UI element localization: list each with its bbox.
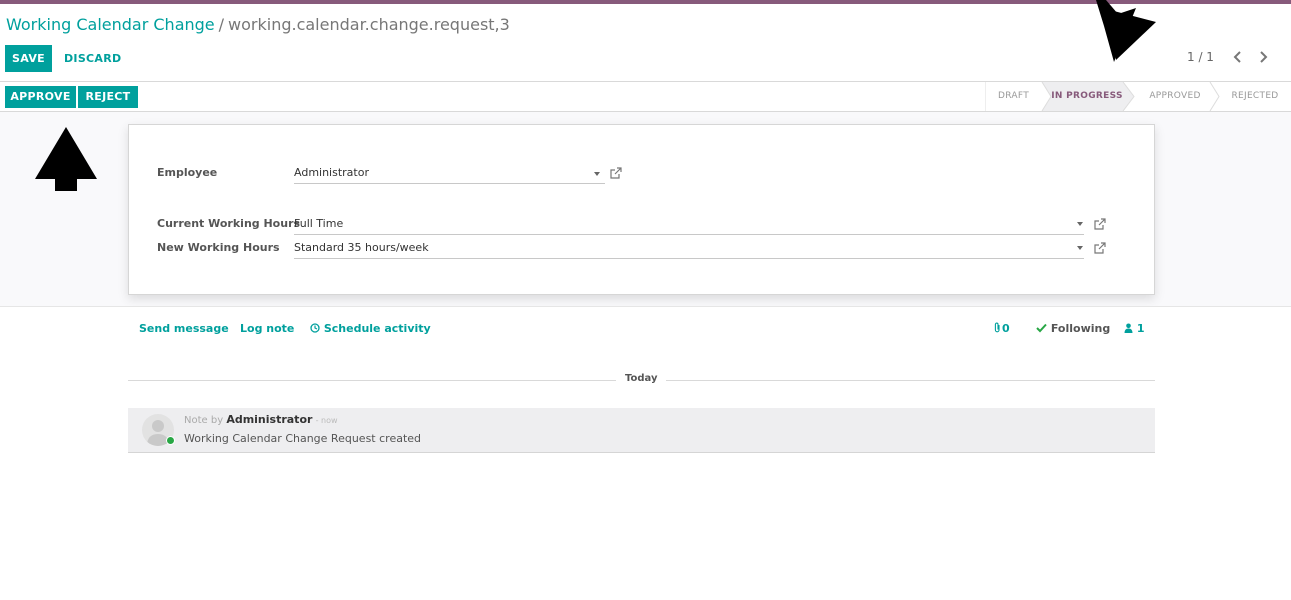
breadcrumb-parent-link[interactable]: Working Calendar Change [6,15,215,34]
breadcrumb: Working Calendar Change / working.calendar… [6,15,510,34]
attachments-button[interactable]: 0 [993,322,1010,335]
current-working-hours-field[interactable]: Full Time [294,213,1084,235]
stage-rejected[interactable]: REJECTED [1219,82,1291,111]
employee-dropdown-icon[interactable] [594,172,600,176]
date-separator-line-right [666,380,1155,381]
online-status-icon [166,436,175,445]
log-note-button[interactable]: Log note [240,322,294,335]
schedule-activity-label: Schedule activity [323,322,431,335]
discard-button[interactable]: DISCARD [64,45,121,72]
followers-count: 1 [1136,322,1145,335]
pager-next-button[interactable] [1253,47,1273,67]
schedule-activity-button[interactable]: Schedule activity [310,322,431,335]
current-working-hours-label: Current Working Hours [157,217,301,230]
pager-previous-button[interactable] [1228,47,1248,67]
external-link-icon[interactable] [610,167,622,179]
new-working-hours-dropdown-icon[interactable] [1077,246,1083,250]
pager-value[interactable]: 1 / 1 [1187,50,1214,64]
annotation-arrow-down-icon [1096,0,1156,62]
user-icon [1124,323,1133,333]
stage-draft[interactable]: DRAFT [985,82,1042,111]
chevron-left-icon [1233,51,1241,63]
approve-button[interactable]: APPROVE [5,86,76,108]
annotation-arrow-up-icon [35,127,97,191]
check-icon [1036,323,1047,333]
followers-button[interactable]: 1 [1124,322,1145,335]
new-working-hours-value: Standard 35 hours/week [294,241,429,254]
chatter: Send message Log note Schedule activity … [0,306,1291,600]
date-separator-line-left [128,380,616,381]
chevron-right-icon [1260,51,1268,63]
message-author[interactable]: Administrator [226,413,312,426]
employee-field[interactable]: Administrator [294,162,605,184]
following-label: Following [1050,322,1111,335]
external-link-icon[interactable] [1094,242,1106,254]
breadcrumb-current: working.calendar.change.request,3 [228,15,510,34]
employee-label: Employee [157,166,218,179]
message-header: Note by Administrator - now [184,413,338,426]
employee-value: Administrator [294,166,369,179]
attachments-count: 0 [1002,322,1010,335]
form-sheet: Employee Administrator Current Working H… [128,124,1155,295]
send-message-button[interactable]: Send message [139,322,229,335]
date-separator-label: Today [625,373,658,384]
new-working-hours-field[interactable]: Standard 35 hours/week [294,237,1084,259]
message-prefix: Note by [184,415,224,426]
paperclip-icon [994,322,1000,333]
following-button[interactable]: Following [1036,322,1110,335]
message-time: - now [315,416,338,425]
stage-in-progress[interactable]: IN PROGRESS [1047,82,1127,111]
save-button[interactable]: SAVE [5,45,52,72]
message-body: Working Calendar Change Request created [184,432,422,445]
new-working-hours-label: New Working Hours [157,241,280,254]
clock-icon [310,323,320,333]
current-working-hours-value: Full Time [294,217,344,230]
stage-pipeline: DRAFT IN PROGRESS APPROVED REJECTED [985,82,1291,111]
current-working-hours-dropdown-icon[interactable] [1077,222,1083,226]
reject-button[interactable]: REJECT [78,86,138,108]
status-bar: APPROVE REJECT DRAFT IN PROGRESS APPROVE… [0,81,1291,112]
message-item: Note by Administrator - now Working Cale… [128,408,1155,453]
external-link-icon[interactable] [1094,218,1106,230]
breadcrumb-separator: / [218,15,225,34]
stage-approved[interactable]: APPROVED [1135,82,1215,111]
